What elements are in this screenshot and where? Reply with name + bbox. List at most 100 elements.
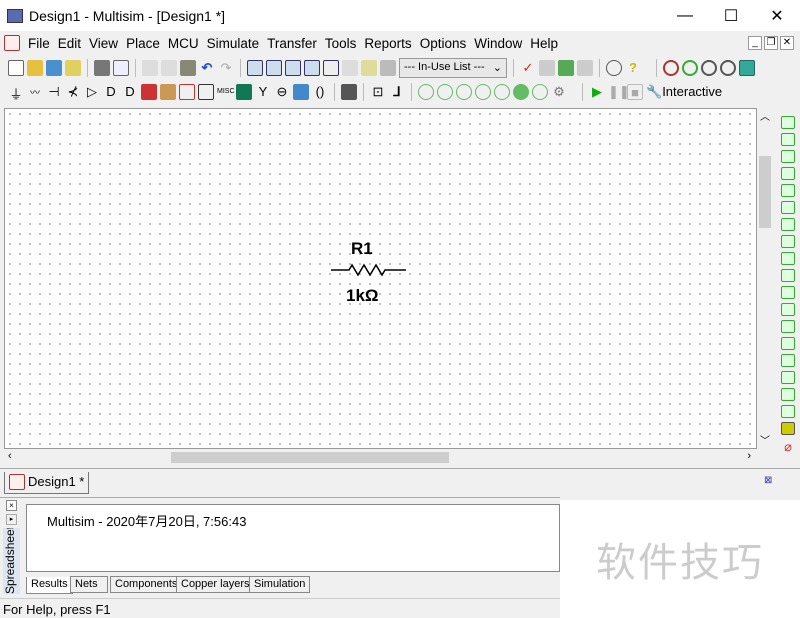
mdi-close-button[interactable]: ✕ (780, 36, 794, 50)
frequency-counter-icon[interactable] (781, 218, 795, 231)
voltmeter-probe-icon[interactable] (418, 84, 434, 100)
menu-window[interactable]: Window (470, 36, 526, 51)
spreadsheet-view-icon[interactable] (266, 60, 282, 76)
open-icon[interactable] (27, 60, 43, 76)
redo-icon[interactable]: ↷ (218, 60, 234, 76)
component-wizard-icon[interactable] (361, 60, 377, 76)
wattmeter-icon[interactable] (781, 150, 795, 163)
close-button[interactable]: ✕ (754, 0, 800, 31)
spectrum-analyzer-icon[interactable] (781, 320, 795, 333)
tektronix-oscilloscope-icon[interactable] (781, 405, 795, 418)
maximize-button[interactable]: ☐ (708, 0, 754, 31)
source-icon[interactable]: ⏚ (8, 84, 24, 102)
menu-transfer[interactable]: Transfer (263, 36, 321, 51)
stop-icon[interactable]: ■ (627, 84, 643, 100)
menu-view[interactable]: View (85, 36, 122, 51)
network-analyzer-icon[interactable] (781, 337, 795, 350)
mdi-restore-button[interactable]: ❐ (764, 36, 778, 50)
basic-icon[interactable]: 〰 (27, 84, 43, 100)
electromechanical-icon[interactable]: ⊖ (274, 84, 290, 100)
transistor-icon[interactable]: ⊀ (65, 84, 81, 100)
forward-annotate-icon[interactable] (577, 60, 593, 76)
erc-icon[interactable]: ✓ (520, 60, 536, 76)
hierarchical-block-icon[interactable]: ⊡ (370, 84, 386, 100)
new-icon[interactable] (8, 60, 24, 76)
help-icon[interactable]: ? (625, 60, 641, 76)
four-channel-oscilloscope-icon[interactable] (781, 184, 795, 197)
word-generator-icon[interactable] (781, 235, 795, 248)
cmos-icon[interactable]: D (122, 84, 138, 100)
minimize-button[interactable]: — (662, 0, 708, 31)
parent-sheet-icon[interactable] (342, 60, 358, 76)
copy-icon[interactable] (161, 60, 177, 76)
connector-icon[interactable]: () (312, 84, 328, 100)
zoom-area-icon[interactable] (701, 60, 717, 76)
menu-tools[interactable]: Tools (321, 36, 361, 51)
rf-icon[interactable]: Y (255, 84, 271, 100)
agilent-oscilloscope-icon[interactable] (781, 388, 795, 401)
analog-icon[interactable]: ▷ (84, 84, 100, 100)
full-screen-icon[interactable] (739, 60, 755, 76)
mcu-module-icon[interactable] (341, 84, 357, 100)
logic-converter-icon[interactable] (781, 252, 795, 265)
bus-icon[interactable]: ⅃ (389, 84, 405, 100)
zoom-sheet-icon[interactable] (720, 60, 736, 76)
iv-analyzer-icon[interactable] (781, 286, 795, 299)
menu-options[interactable]: Options (416, 36, 471, 51)
menu-edit[interactable]: Edit (54, 36, 85, 51)
component-value[interactable]: 1kΩ (346, 286, 379, 306)
expand-icon[interactable]: ▸ (6, 514, 17, 525)
power-icon[interactable] (198, 84, 214, 100)
tab-components[interactable]: Components (110, 576, 183, 593)
pause-icon[interactable]: ❚❚ (608, 84, 630, 100)
cut-icon[interactable] (142, 60, 158, 76)
zoom-out-icon[interactable] (682, 60, 698, 76)
grapher-icon[interactable] (304, 60, 320, 76)
close-icon[interactable]: × (6, 500, 17, 511)
paste-icon[interactable] (180, 60, 196, 76)
diode-icon[interactable]: ⊣ (46, 84, 62, 100)
run-icon[interactable]: ▶ (589, 84, 605, 100)
mdi-minimize-button[interactable]: _ (748, 36, 762, 50)
probe-settings-icon[interactable]: ⚙ (551, 84, 567, 100)
oscilloscope-icon[interactable] (781, 167, 795, 180)
backannotate-icon[interactable] (558, 60, 574, 76)
transfer-ultiboard-icon[interactable] (539, 60, 555, 76)
menu-mcu[interactable]: MCU (164, 36, 203, 51)
agilent-multimeter-icon[interactable] (781, 371, 795, 384)
bode-plotter-icon[interactable] (781, 201, 795, 214)
open-samples-icon[interactable] (46, 60, 62, 76)
save-icon[interactable] (65, 60, 81, 76)
ttl-icon[interactable]: D (103, 84, 119, 100)
tab-design1[interactable]: Design1 * (4, 472, 90, 494)
component-reference[interactable]: R1 (351, 239, 373, 259)
vertical-scrollbar[interactable]: ︿ ﹀ (757, 108, 773, 465)
postprocessor-icon[interactable] (323, 60, 339, 76)
find-icon[interactable] (606, 60, 622, 76)
menu-place[interactable]: Place (122, 36, 164, 51)
menu-help[interactable]: Help (526, 36, 562, 51)
schematic-canvas[interactable]: R1 1kΩ (4, 108, 757, 449)
tab-results[interactable]: Results (26, 577, 73, 594)
menu-file[interactable]: File (24, 36, 54, 51)
tab-nets[interactable]: Nets (70, 576, 108, 593)
tab-simulation[interactable]: Simulation (249, 576, 311, 593)
menu-reports[interactable]: Reports (360, 36, 415, 51)
tab-options-icon[interactable]: ⊠ (764, 475, 772, 486)
indicator-icon[interactable] (179, 84, 195, 100)
undo-icon[interactable]: ↶ (199, 60, 215, 76)
multimeter-icon[interactable] (781, 116, 795, 129)
distortion-analyzer-icon[interactable] (781, 303, 795, 316)
interactive-button[interactable]: 🔧Interactive (646, 84, 722, 100)
function-generator-icon[interactable] (781, 133, 795, 146)
ni-components-icon[interactable] (293, 84, 309, 100)
current-probe-icon[interactable] (494, 84, 510, 100)
misc-icon[interactable]: MISC (217, 84, 235, 100)
digital-probe-icon[interactable] (532, 84, 548, 100)
menu-simulate[interactable]: Simulate (203, 36, 264, 51)
labview-instrument-icon[interactable] (781, 422, 795, 435)
design-toolbox-icon[interactable] (247, 60, 263, 76)
horizontal-scrollbar[interactable]: ‹ › (4, 449, 757, 465)
power-probe-icon[interactable] (456, 84, 472, 100)
database-manager-icon[interactable] (380, 60, 396, 76)
